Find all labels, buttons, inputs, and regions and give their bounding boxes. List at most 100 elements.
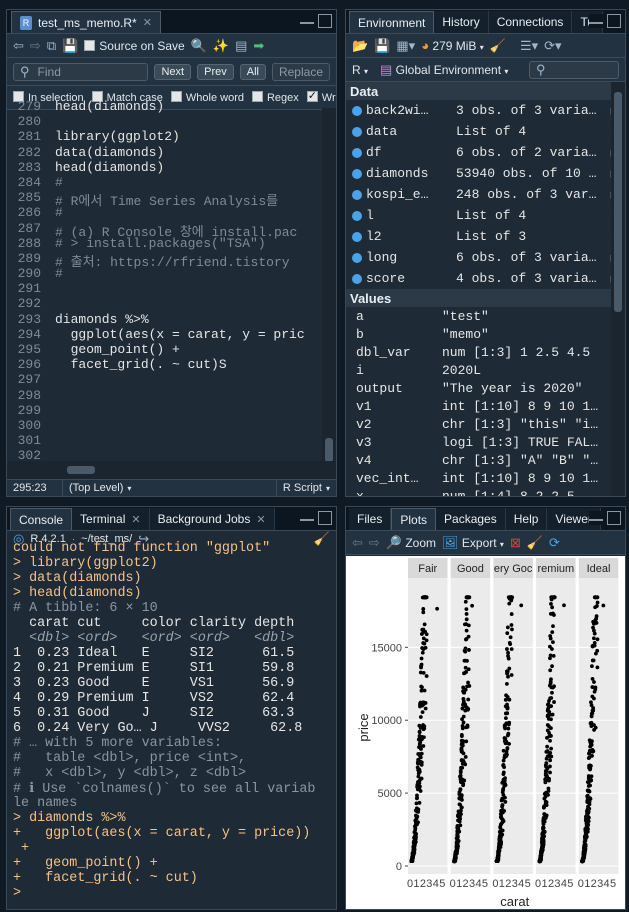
minimize-button[interactable] <box>300 511 314 521</box>
open-folder-icon[interactable]: 📂 <box>352 38 368 54</box>
code-line[interactable]: 298 <box>7 388 322 403</box>
expand-icon[interactable] <box>352 105 362 116</box>
source-on-save-checkbox[interactable]: Source on Save <box>84 39 185 53</box>
language-selector[interactable]: R ▾ <box>352 63 368 77</box>
env-value-row[interactable]: x num [1:4] 8 2 2 5 <box>346 487 625 497</box>
maximize-button[interactable] <box>607 511 621 525</box>
code-line[interactable]: 302 <box>7 448 322 460</box>
tab-environment[interactable]: Environment <box>349 11 435 33</box>
tab-plots[interactable]: Plots <box>391 508 437 530</box>
scroll-thumb[interactable] <box>67 466 95 474</box>
code-line[interactable]: 283 head(diamonds) <box>7 160 322 175</box>
scope-selector[interactable]: (Top Level) ▾ <box>63 480 277 496</box>
console-output[interactable]: could not find function "ggplot" > librar… <box>7 541 336 909</box>
env-data-row[interactable]: df6 obs. of 2 varia…▦ <box>346 142 625 163</box>
env-data-row[interactable]: back2wi…3 obs. of 3 varia…▦ <box>346 100 625 121</box>
import-dataset-icon[interactable]: ▦▾ <box>396 38 415 54</box>
tab-help[interactable]: Help <box>505 508 548 530</box>
expand-icon[interactable] <box>352 147 362 158</box>
code-line[interactable]: 287 # (a) R Console 창에 install.pac <box>7 221 322 240</box>
code-line[interactable]: 301 <box>7 433 322 448</box>
env-value-row[interactable]: b "memo" <box>346 325 625 343</box>
tab-history[interactable]: History <box>434 11 489 33</box>
all-button[interactable]: All <box>239 63 266 80</box>
code-line[interactable]: 289 # 출처: https://rfriend.tistory <box>7 251 322 270</box>
env-data-row[interactable]: l2List of 3⚲ <box>346 226 625 247</box>
code-line[interactable]: 285 # R에서 Time Series Analysis를 <box>7 190 322 209</box>
refresh-icon[interactable]: ⟳▾ <box>544 38 561 54</box>
forward-arrow-icon[interactable]: ⇨ <box>369 535 380 551</box>
code-line[interactable]: 294 ggplot(aes(x = carat, y = pric <box>7 327 322 342</box>
code-line[interactable]: 280 <box>7 114 322 129</box>
env-data-row[interactable]: long6 obs. of 3 varia…▦ <box>346 247 625 268</box>
find-input[interactable]: ⚲ Find <box>13 62 149 81</box>
environment-scrollbar[interactable] <box>611 82 625 496</box>
env-value-row[interactable]: v1 int [1:10] 8 9 10 1… <box>346 397 625 415</box>
code-line[interactable]: 295 geom_point() + <box>7 342 322 357</box>
maximize-button[interactable] <box>607 14 621 28</box>
env-value-row[interactable]: i 2020L <box>346 361 625 379</box>
code-line[interactable]: 282 data(diamonds) <box>7 145 322 160</box>
save-icon[interactable]: 💾 <box>374 38 390 54</box>
list-view-icon[interactable]: ☰▾ <box>520 38 538 54</box>
back-arrow-icon[interactable]: ⇦ <box>13 38 24 54</box>
env-data-row[interactable]: kospi_e…248 obs. of 3 var…▦ <box>346 184 625 205</box>
prev-button[interactable]: Prev <box>197 63 234 80</box>
tab-console[interactable]: Console <box>10 508 73 530</box>
env-value-row[interactable]: v2 chr [1:3] "this" "i… <box>346 415 625 433</box>
code-line[interactable]: 284 # <box>7 175 322 190</box>
minimize-button[interactable] <box>300 14 314 24</box>
tab-test-ms-memo[interactable]: R test_ms_memo.R* ✕ <box>11 11 161 33</box>
code-line[interactable]: 296 facet_grid(. ~ cut)S <box>7 357 322 372</box>
tab-files[interactable]: Files <box>349 508 392 530</box>
next-button[interactable]: Next <box>154 63 192 80</box>
env-data-row[interactable]: dataList of 4⚲ <box>346 121 625 142</box>
expand-icon[interactable] <box>352 252 362 263</box>
env-data-row[interactable]: score4 obs. of 3 varia…▦ <box>346 268 625 289</box>
back-arrow-icon[interactable]: ⇦ <box>352 535 363 551</box>
close-icon[interactable]: ✕ <box>143 16 152 29</box>
search-icon[interactable]: 🔍 <box>191 38 207 54</box>
save-icon[interactable]: 💾 <box>62 38 78 54</box>
env-value-row[interactable]: output "The year is 2020" <box>346 379 625 397</box>
env-value-row[interactable]: dbl_var num [1:3] 1 2.5 4.5 <box>346 343 625 361</box>
horizontal-scrollbar[interactable] <box>7 461 336 479</box>
code-line[interactable]: 299 <box>7 403 322 418</box>
magic-wand-icon[interactable]: ✨ <box>213 38 229 54</box>
code-line[interactable]: 292 <box>7 296 322 311</box>
editor-scrollbar[interactable] <box>322 108 336 462</box>
minimize-button[interactable] <box>589 14 603 24</box>
broom-icon[interactable]: 🧹 <box>490 38 506 54</box>
expand-icon[interactable] <box>352 189 362 200</box>
compile-report-icon[interactable]: ▤ <box>235 38 247 54</box>
environment-selector[interactable]: ▤ Global Environment ▾ <box>380 62 508 78</box>
tab-background-jobs[interactable]: Background Jobs ✕ <box>149 508 275 530</box>
replace-input[interactable]: Replace <box>271 62 330 81</box>
env-value-row[interactable]: v3 logi [1:3] TRUE FAL… <box>346 433 625 451</box>
env-value-row[interactable]: a "test" <box>346 307 625 325</box>
env-value-row[interactable]: vec_int… int [1:10] 8 9 10 1… <box>346 469 625 487</box>
forward-arrow-icon[interactable]: ⇨ <box>30 38 41 54</box>
close-icon[interactable]: ✕ <box>131 513 140 526</box>
expand-icon[interactable] <box>352 273 362 284</box>
remove-plot-icon[interactable]: ⊠ <box>510 535 521 551</box>
tab-packages[interactable]: Packages <box>436 508 506 530</box>
publish-icon[interactable]: ⟳ <box>549 535 560 551</box>
scroll-thumb[interactable] <box>325 438 333 462</box>
code-line[interactable]: 281 library(ggplot2) <box>7 129 322 144</box>
expand-icon[interactable] <box>352 210 362 221</box>
code-line[interactable]: 297 <box>7 372 322 387</box>
code-line[interactable]: 293 diamonds %>% <box>7 312 322 327</box>
environment-search-input[interactable]: ⚲ <box>529 60 619 79</box>
broom-icon[interactable]: 🧹 <box>527 535 543 551</box>
code-line[interactable]: 291 <box>7 281 322 296</box>
code-editor[interactable]: 279 head(diamonds) 280 281 library(ggplot2) 2… <box>7 99 322 460</box>
zoom-button[interactable]: 🔎 Zoom <box>386 535 436 551</box>
code-line[interactable]: 279 head(diamonds) <box>7 99 322 114</box>
minimize-button[interactable] <box>589 511 603 521</box>
scroll-thumb[interactable] <box>614 92 622 312</box>
env-data-row[interactable]: lList of 4⚲ <box>346 205 625 226</box>
tab-connections[interactable]: Connections <box>488 11 573 33</box>
show-in-window-icon[interactable]: ⧉ <box>47 38 56 54</box>
tab-terminal[interactable]: Terminal ✕ <box>72 508 150 530</box>
